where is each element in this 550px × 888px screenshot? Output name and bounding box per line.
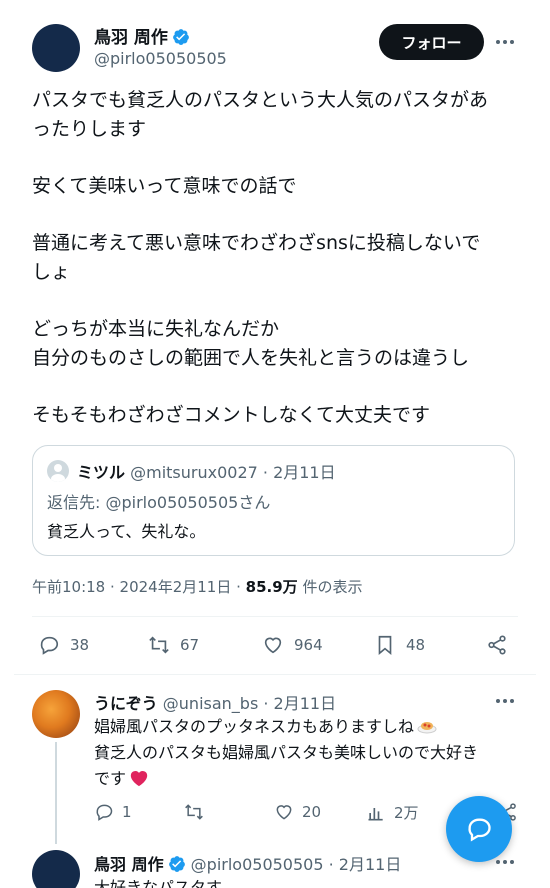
reply-count: 38 [70,636,90,654]
tweet-text-line: ったりします [32,118,147,140]
share-button[interactable] [486,634,508,656]
tweet-text-line [32,144,512,172]
red-heart-icon [129,769,149,787]
retweet-button[interactable]: 67 [148,634,199,656]
like-count: 964 [294,636,323,654]
reply-reply-count: 1 [122,803,132,821]
reply2-author-name[interactable]: 鳥羽 周作 [94,855,164,874]
reply2-date[interactable]: · 2月11日 [329,855,402,874]
analytics-icon [368,807,383,820]
tweet-text-line: どっちが本当に失礼なんだか [32,318,280,340]
tweet-text-line: パスタでも貧乏人のパスタという大人気のパスタがあ [32,89,489,111]
reply-more-icon[interactable] [494,692,516,710]
retweet-count: 67 [180,636,200,654]
reply-reply-button[interactable]: 1 [94,802,132,822]
reply-like-button[interactable]: 20 [274,802,321,822]
quote-author-name: ミツル [77,463,126,482]
retweet-icon [185,804,203,820]
reply-author-avatar[interactable] [32,690,80,738]
reply-retweet-button[interactable] [184,802,212,822]
tweet-text-line [32,373,512,401]
reply-line-3: です [94,769,127,788]
bookmark-count: 48 [406,636,426,654]
author-handle[interactable]: @pirlo05050505 [94,49,227,68]
verified-badge-icon [168,855,186,873]
quote-handle: @mitsurux0027 [130,463,258,482]
tweet-text-line: しょ [32,261,71,283]
thread-line [55,742,57,844]
pasta-emoji-icon [417,716,437,734]
reply2-more-icon[interactable] [494,853,516,871]
tweet-text-line [32,287,512,315]
divider [14,674,536,675]
quote-avatar [47,460,69,482]
reply-header: うにぞう @unisan_bs · 2月11日 [94,690,336,714]
chat-bubble-icon [468,818,491,842]
tweet-text-line: 自分のものさしの範囲で人を失礼と言うのは違うし [32,347,470,369]
like-button[interactable]: 964 [262,634,323,656]
reply-line-1: 娼婦風パスタのプッタネスカもありますしね [94,717,415,736]
reply-icon [96,804,113,821]
quote-reply-to: 返信先: @pirlo05050505さん [47,489,270,513]
tweet-meta: 午前10:18 · 2024年2月11日 · 85.9万 件の表示 [32,576,362,597]
reply-author-name[interactable]: うにぞう [94,694,158,713]
reply2-author-avatar[interactable] [32,850,80,888]
quote-reply-to-text: 返信先: @pirlo05050505さん [47,493,271,512]
follow-button-label: フォロー [401,33,462,52]
reply-views-button[interactable]: 2万 [366,802,419,823]
bookmark-icon [378,635,392,656]
reply-view-count: 2万 [394,804,419,822]
follow-button[interactable]: フォロー [379,24,484,60]
tweet-text-line [32,201,512,229]
quote-header: ミツル @mitsurux0027 · 2月11日 [77,459,336,483]
heart-icon [276,805,292,820]
bookmark-button[interactable]: 48 [374,634,425,656]
more-options-icon[interactable] [494,32,516,52]
view-count-suffix: 件の表示 [302,578,363,596]
divider [32,616,518,617]
tweet-text: パスタでも貧乏人のパスタという大人気のパスタがあ ったりします安くて美味いって意味… [32,86,512,430]
reply-icon [40,636,59,655]
tweet-text-line: 普通に考えて悪い意味でわざわざsnsに投稿しないで [32,232,481,254]
tweet-text-line: そもそもわざわざコメントしなくて大丈夫です [32,404,431,426]
retweet-icon [149,636,169,654]
reply2-text: 大好きなパスタす [94,878,223,888]
quote-date: · 2月11日 [262,463,336,482]
share-icon [488,635,506,655]
reply2-header: 鳥羽 周作 @pirlo05050505 · 2月11日 [94,851,401,875]
author-avatar[interactable] [32,24,80,72]
reply-text: 娼婦風パスタのプッタネスカもありますしね 貧乏人のパスタも娼婦風パスタも美味しい… [94,714,524,792]
reply-line-2: 貧乏人のパスタも娼婦風パスタも美味しいので大好き [94,743,479,762]
heart-icon [264,637,282,654]
reply2-handle[interactable]: @pirlo05050505 [191,855,324,874]
author-name[interactable]: 鳥羽 周作 [94,28,168,48]
reply-date[interactable]: · 2月11日 [263,694,336,713]
quote-text: 貧乏人って、失礼な。 [47,522,206,541]
view-count: 85.9万 [245,578,298,596]
reply-like-count: 20 [302,803,322,821]
quoted-tweet[interactable]: ミツル @mitsurux0027 · 2月11日 返信先: @pirlo050… [32,445,515,556]
tweet-timestamp[interactable]: 午前10:18 · 2024年2月11日 · [32,578,241,596]
author-name-row[interactable]: 鳥羽 周作 [94,23,190,48]
verified-badge-icon [172,28,190,46]
tweet-text-line: 安くて美味いって意味での話で [32,175,297,197]
reply-button[interactable]: 38 [38,634,89,656]
reply-handle[interactable]: @unisan_bs [163,694,259,713]
